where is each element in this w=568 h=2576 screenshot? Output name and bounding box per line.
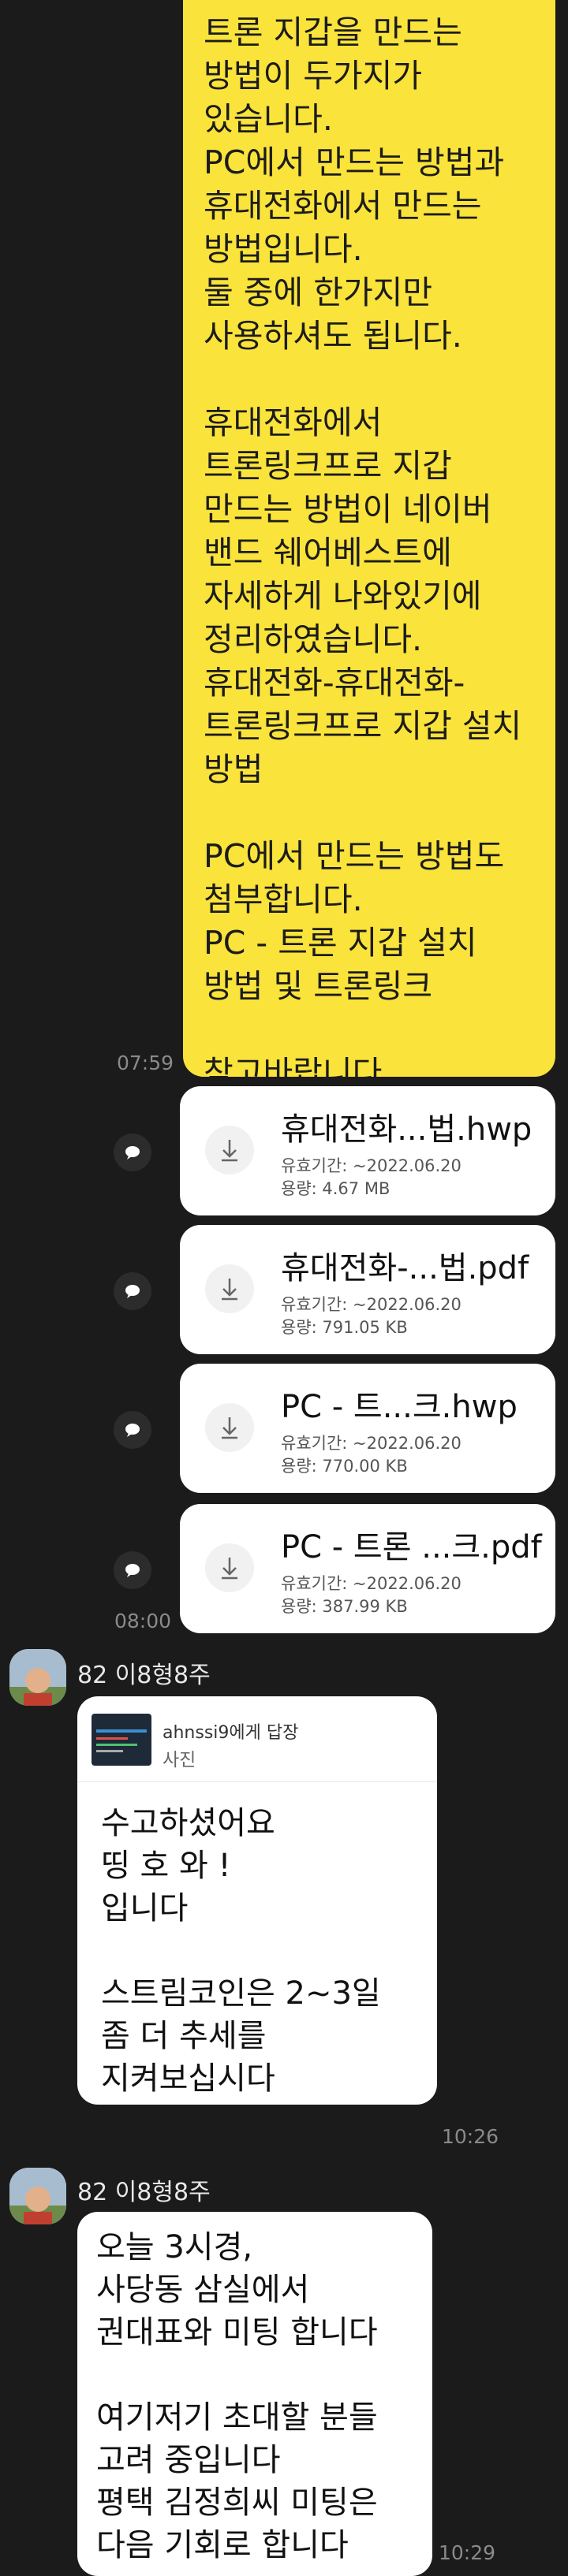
message-line: [101, 1930, 381, 1972]
reply-thumbnail: [92, 1714, 151, 1766]
message-line: 트론링크프로 지갑 설치: [204, 707, 522, 745]
message-text: 수고하셨어요 띵 호 와 ! 입니다 스트림코인은 2~3일 좀 더 추세를 지…: [101, 1802, 381, 2100]
message-line: 여기저기 초대할 분들: [96, 2399, 378, 2436]
file-name: PC - 트...크.hwp: [281, 1389, 518, 1425]
sender-name: 82 이8형8주: [77, 2179, 211, 2206]
download-icon: [222, 1558, 237, 1580]
message-line: [204, 1008, 538, 1052]
message-line: 트론 지갑을 만드는: [204, 13, 462, 51]
download-icon: [222, 1140, 237, 1162]
message-text: 오늘 3시경, 사당동 삼실에서 권대표와 미팅 합니다 여기저기 초대할 분들…: [96, 2226, 378, 2567]
message-line: 평택 김정희씨 미팅은: [96, 2485, 378, 2521]
message-line: 수고하셨어요: [101, 1805, 275, 1841]
message-line: 첨부합니다.: [204, 880, 363, 918]
share-button[interactable]: [114, 1411, 151, 1449]
share-button[interactable]: [114, 1551, 151, 1589]
chat-share-icon: [125, 1285, 140, 1298]
message-line: 자세하게 나와있기에: [204, 577, 482, 615]
avatar[interactable]: [9, 2168, 66, 2224]
message-line: PC에서 만드는 방법도: [204, 837, 505, 875]
message-line: 띵 호 와 !: [101, 1848, 231, 1884]
message-line: 정리하였습니다.: [204, 620, 423, 658]
image-thumbnail-icon: [96, 1729, 147, 1752]
download-button[interactable]: [205, 1126, 254, 1174]
download-icon: [222, 1279, 237, 1301]
sent-message-bubble[interactable]: 트론 지갑을 만드는 방법이 두가지가 있습니다. PC에서 만드는 방법과 휴…: [183, 0, 555, 1092]
message-line: 방법: [204, 750, 263, 788]
message-timestamp: 10:26: [442, 2125, 499, 2148]
message-line: 방법 및 트론링크: [204, 967, 433, 1005]
message-line: [96, 2354, 378, 2396]
message-line: [204, 358, 538, 401]
message-line: 입니다: [101, 1890, 189, 1926]
profile-photo: [9, 1649, 66, 1706]
share-button[interactable]: [114, 1134, 151, 1171]
download-button[interactable]: [205, 1543, 254, 1592]
message-line: 사당동 삼실에서: [96, 2272, 310, 2308]
chat-share-icon: [125, 1424, 140, 1437]
sender-name: 82 이8형8주: [77, 1662, 211, 1689]
file-size: 용량: 770.00 KB: [281, 1457, 408, 1476]
message-timestamp: 10:29: [439, 2541, 496, 2564]
received-message-bubble[interactable]: ahnssi9에게 답장 사진 수고하셨어요 띵 호 와 ! 입니다 스트림코인…: [77, 1696, 437, 2105]
message-line: 지켜보십시다: [101, 2060, 275, 2097]
download-button[interactable]: [205, 1264, 254, 1313]
message-line: 스트림코인은 2~3일: [101, 1975, 381, 2012]
message-line: 휴대전화에서 만드는: [204, 187, 482, 225]
avatar[interactable]: [9, 1649, 66, 1706]
message-line: PC - 트론 지갑 설치: [204, 924, 477, 962]
file-name: PC - 트론 ...크.pdf: [281, 1529, 542, 1565]
message-line: 고려 중입니다: [96, 2442, 281, 2478]
chat-share-icon: [125, 1564, 140, 1577]
file-size: 용량: 4.67 MB: [281, 1179, 390, 1198]
message-line: 다음 기회로 합니다: [96, 2527, 349, 2563]
received-message-bubble[interactable]: 오늘 3시경, 사당동 삼실에서 권대표와 미팅 합니다 여기저기 초대할 분들…: [77, 2212, 432, 2576]
file-size: 용량: 791.05 KB: [281, 1318, 408, 1337]
file-attachment-card[interactable]: PC - 트론 ...크.pdf 유효기간: ~2022.06.20 용량: 3…: [180, 1504, 555, 1633]
file-name: 휴대전화-...법.pdf: [281, 1250, 529, 1286]
share-button[interactable]: [114, 1272, 151, 1310]
message-line: 트론링크프로 지갑: [204, 447, 452, 485]
message-timestamp: 08:00: [114, 1610, 172, 1632]
file-expiry: 유효기간: ~2022.06.20: [281, 1574, 462, 1593]
message-line: 방법입니다.: [204, 230, 363, 268]
file-expiry: 유효기간: ~2022.06.20: [281, 1434, 462, 1453]
message-line: 둘 중에 한가지만: [204, 274, 433, 311]
message-line: 만드는 방법이 네이버: [204, 490, 492, 528]
reply-content-type: 사진: [163, 1750, 196, 1770]
message-line: 오늘 3시경,: [96, 2229, 253, 2265]
file-attachment-card[interactable]: 휴대전화...법.hwp 유효기간: ~2022.06.20 용량: 4.67 …: [180, 1086, 555, 1215]
message-line: PC에서 만드는 방법과: [204, 143, 505, 181]
message-line: 있습니다.: [204, 100, 333, 138]
file-attachment-card[interactable]: PC - 트...크.hwp 유효기간: ~2022.06.20 용량: 770…: [180, 1364, 555, 1493]
file-attachment-card[interactable]: 휴대전화-...법.pdf 유효기간: ~2022.06.20 용량: 791.…: [180, 1225, 555, 1354]
message-line: 사용하셔도 됩니다.: [204, 317, 462, 355]
message-line: 방법이 두가지가: [204, 57, 423, 95]
download-button[interactable]: [205, 1403, 254, 1452]
message-line: [204, 791, 538, 835]
file-expiry: 유효기간: ~2022.06.20: [281, 1295, 462, 1314]
file-expiry: 유효기간: ~2022.06.20: [281, 1156, 462, 1175]
message-line: 좀 더 추세를: [101, 2018, 267, 2054]
message-line: 휴대전화-휴대전화-: [204, 664, 465, 702]
message-line: 휴대전화에서: [204, 404, 383, 441]
file-name: 휴대전화...법.hwp: [281, 1111, 532, 1148]
file-size: 용량: 387.99 KB: [281, 1597, 408, 1616]
message-timestamp: 07:59: [117, 1052, 174, 1074]
message-line: 권대표와 미팅 합니다: [96, 2314, 378, 2351]
download-icon: [222, 1417, 237, 1439]
reply-divider: [77, 1781, 437, 1782]
profile-photo: [9, 2168, 66, 2224]
message-line: 밴드 쉐어베스트에: [204, 534, 452, 571]
chat-share-icon: [125, 1146, 140, 1160]
